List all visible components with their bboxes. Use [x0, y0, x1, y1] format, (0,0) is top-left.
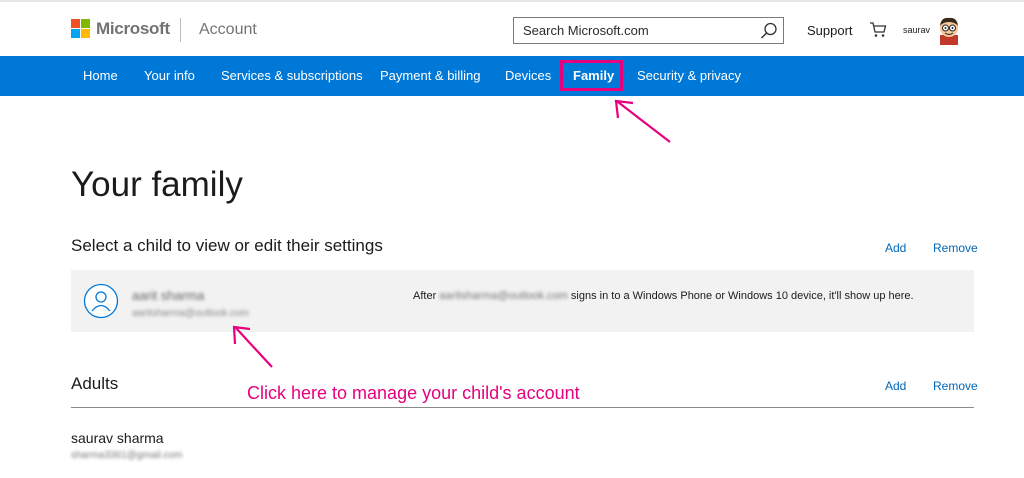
remove-adult-link[interactable]: Remove — [933, 379, 978, 393]
username[interactable]: saurav — [903, 25, 930, 35]
nav-item-home[interactable]: Home — [83, 68, 118, 83]
nav-item-your-info[interactable]: Your info — [144, 68, 195, 83]
adults-heading: Adults — [71, 374, 119, 393]
child-name: aarit sharma — [132, 288, 205, 303]
annotation-text: Click here to manage your child's accoun… — [247, 383, 580, 403]
top-header: Microsoft Account Support saurav — [0, 0, 1024, 56]
child-card[interactable]: aarit sharma aaritsharma@outlook.com Aft… — [71, 270, 974, 332]
annotation-arrow-family — [614, 99, 671, 143]
nav-item-services-subscriptions[interactable]: Services & subscriptions — [221, 68, 363, 83]
child-msg-email: aaritsharma@outlook.com — [439, 290, 568, 302]
header-divider — [180, 18, 181, 42]
adult-email: sharma3361@gmail.com — [71, 450, 183, 461]
section-title[interactable]: Account — [199, 21, 257, 39]
adults-divider — [71, 407, 974, 408]
user-avatar-icon[interactable] — [935, 15, 963, 45]
child-email: aaritsharma@outlook.com — [132, 308, 249, 319]
remove-child-link[interactable]: Remove — [933, 241, 978, 255]
annotation-arrow-child — [232, 325, 273, 368]
person-icon — [83, 283, 119, 319]
children-heading: Select a child to view or edit their set… — [71, 236, 383, 255]
add-child-link[interactable]: Add — [885, 241, 906, 255]
cart-icon[interactable] — [869, 21, 887, 39]
support-link[interactable]: Support — [807, 23, 853, 38]
search-input[interactable] — [514, 18, 754, 43]
child-msg-after: signs in to a Windows Phone or Windows 1… — [567, 290, 914, 302]
microsoft-logo-icon[interactable] — [71, 19, 91, 39]
search-box — [513, 17, 784, 44]
brand-name[interactable]: Microsoft — [96, 19, 170, 39]
add-adult-link[interactable]: Add — [885, 379, 906, 393]
nav-item-devices[interactable]: Devices — [505, 68, 551, 83]
nav-item-security-privacy[interactable]: Security & privacy — [637, 68, 741, 83]
family-highlight-box — [560, 60, 623, 91]
child-msg-before: After — [413, 290, 440, 302]
page-title: Your family — [71, 165, 243, 204]
nav-item-payment-billing[interactable]: Payment & billing — [380, 68, 480, 83]
search-icon[interactable] — [759, 21, 779, 41]
adult-name[interactable]: saurav sharma — [71, 430, 164, 446]
nav-bar: Home Your info Services & subscriptions … — [0, 56, 1024, 96]
child-device-message: After aaritsharma@outlook.com signs in t… — [413, 290, 914, 302]
